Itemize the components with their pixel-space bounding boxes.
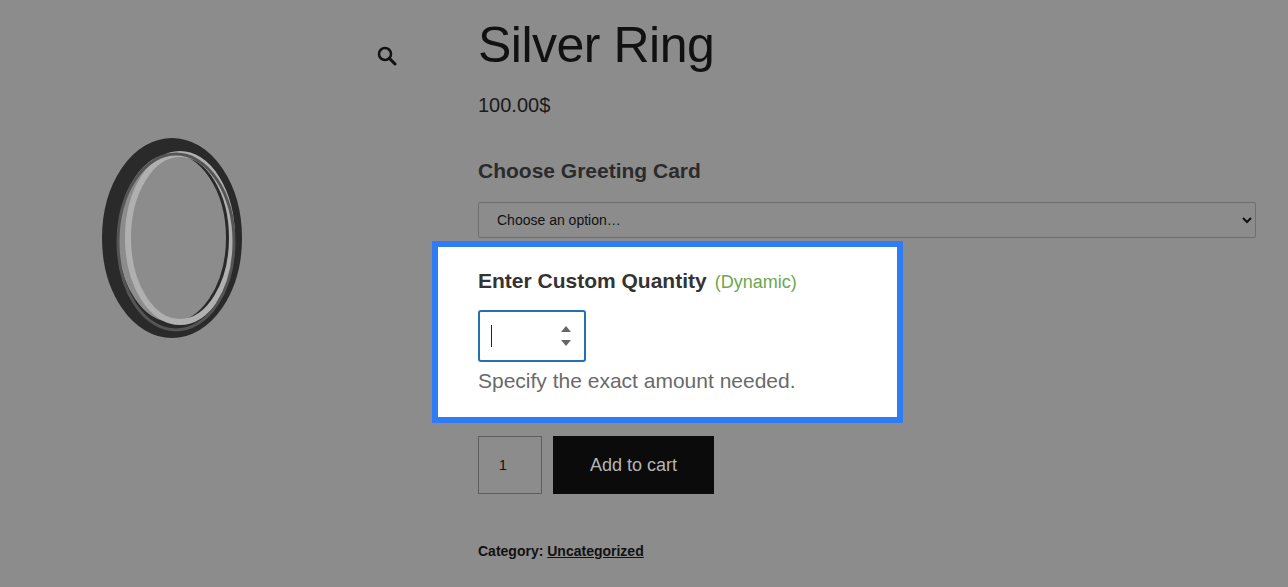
product-summary: Silver Ring 100.00$ Choose Greeting Card Ch… (430, 0, 1288, 587)
greeting-card-select[interactable]: Choose an option… (478, 202, 1256, 238)
text-caret (491, 325, 492, 347)
product-image (80, 138, 265, 338)
product-page: Silver Ring 100.00$ Choose Greeting Card Ch… (0, 0, 1288, 587)
custom-quantity-label: Enter Custom Quantity (478, 269, 707, 292)
category-link[interactable]: Uncategorized (547, 543, 643, 559)
product-category: Category: Uncategorized (478, 541, 1256, 562)
add-to-cart-row: Add to cart (478, 436, 1256, 494)
zoom-icon[interactable] (377, 46, 397, 66)
product-price: 100.00$ (478, 91, 1256, 119)
spinner-icon (560, 323, 572, 349)
custom-quantity-field (478, 310, 586, 362)
help-text: Specify the exact amount needed. (478, 367, 877, 395)
greeting-card-label: Choose Greeting Card (478, 157, 1256, 185)
dynamic-tag: (Dynamic) (715, 272, 797, 292)
custom-quantity-input[interactable] (478, 310, 586, 362)
custom-quantity-label-row: Enter Custom Quantity (Dynamic) (478, 267, 877, 296)
category-label: Category: (478, 543, 543, 559)
quantity-input[interactable] (478, 436, 542, 494)
add-to-cart-button[interactable]: Add to cart (553, 436, 714, 494)
highlight-box: Enter Custom Quantity (Dynamic) Specify th… (432, 241, 903, 423)
product-title: Silver Ring (478, 15, 1256, 75)
product-gallery (0, 0, 430, 587)
